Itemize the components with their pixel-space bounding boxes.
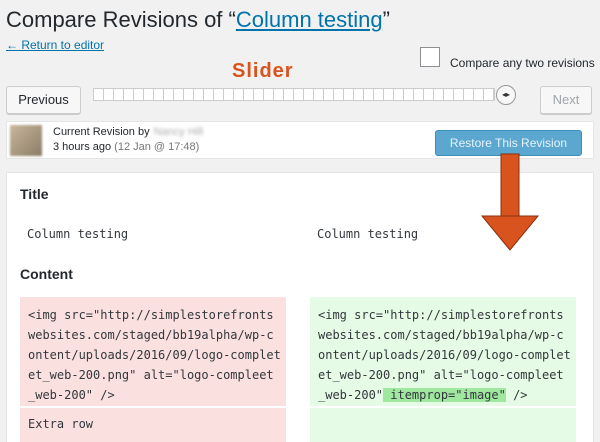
current-revision-text: Current Revision by <box>53 126 150 138</box>
title-section-heading: Title <box>20 186 49 202</box>
page-title-suffix: ” <box>382 7 390 32</box>
removed-content-block: <img src="http://simplestorefronts websi… <box>20 297 286 406</box>
title-new-value: Column testing <box>317 227 419 241</box>
down-arrow-annotation-icon <box>480 153 540 251</box>
current-revision-label: Current Revision by Nancy Hill <box>53 126 203 138</box>
compare-any-two-label: Compare any two revisions <box>450 56 595 70</box>
slider-handle-icon[interactable]: ◂▸ <box>496 85 516 105</box>
added-highlight: itemprop="image" <box>383 388 506 402</box>
page-title-prefix: Compare Revisions of “ <box>6 7 236 32</box>
compare-any-two-checkbox[interactable] <box>420 47 440 67</box>
revision-relative-time: 3 hours ago <box>53 141 112 153</box>
previous-button[interactable]: Previous <box>6 86 81 114</box>
added-empty-row <box>310 408 576 442</box>
content-section-heading: Content <box>20 266 73 282</box>
revision-slider-track[interactable] <box>93 88 495 101</box>
slider-annotation: Slider <box>232 60 294 82</box>
revision-date: (12 Jan @ 17:48) <box>114 141 200 153</box>
page-title: Compare Revisions of “Column testing” <box>6 7 390 33</box>
next-button[interactable]: Next <box>540 86 592 114</box>
return-to-editor-link[interactable]: ← Return to editor <box>6 38 104 52</box>
revision-time: 3 hours ago (12 Jan @ 17:48) <box>53 141 199 153</box>
title-old-value: Column testing <box>27 227 129 241</box>
revision-author: Nancy Hill <box>153 126 204 138</box>
added-content-block: <img src="http://simplestorefronts websi… <box>310 297 576 406</box>
added-content-tail: /> <box>505 388 528 402</box>
removed-extra-row: Extra row <box>20 408 286 442</box>
post-title-link[interactable]: Column testing <box>236 7 383 32</box>
avatar <box>10 125 42 156</box>
